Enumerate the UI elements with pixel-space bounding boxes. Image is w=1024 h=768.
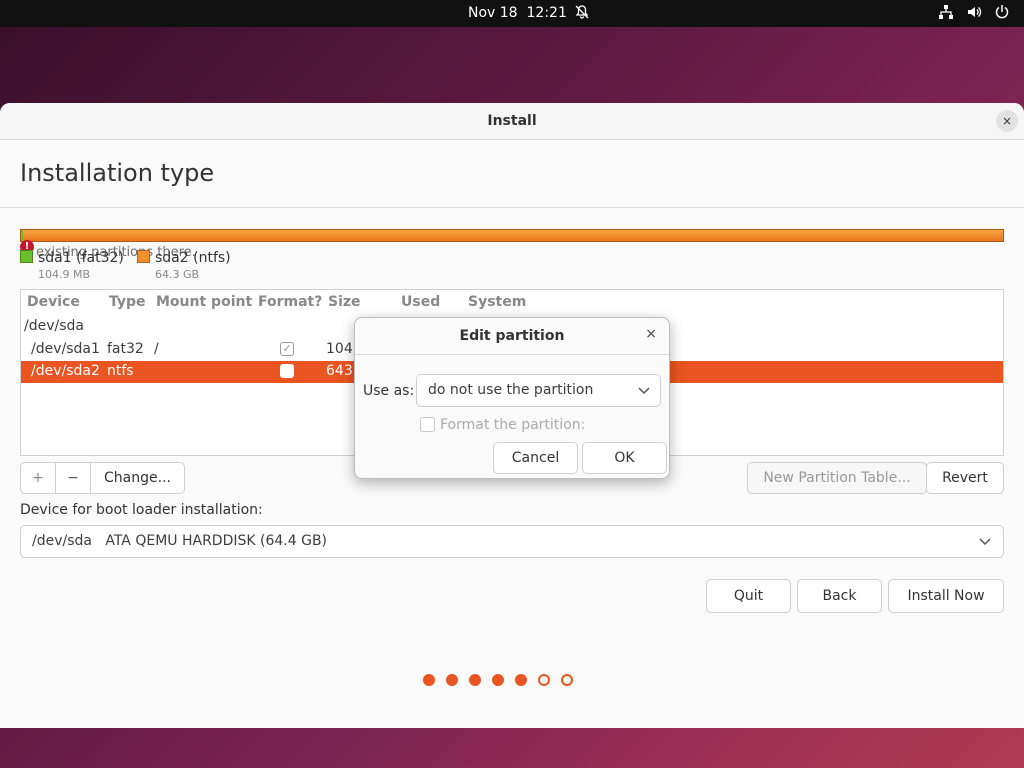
notifications-muted-icon[interactable] <box>574 4 590 24</box>
progress-indicator <box>423 674 573 686</box>
format-partition-label: Format the partition: <box>440 417 586 433</box>
progress-dot <box>515 674 527 686</box>
legend-size-sda1: 104.9 MB <box>38 268 91 281</box>
window-close-button[interactable]: × <box>996 110 1018 132</box>
dialog-titlebar: Edit partition × <box>355 318 669 355</box>
bootloader-device-select[interactable]: /dev/sda ATA QEMU HARDDISK (64.4 GB) <box>20 525 1004 558</box>
progress-dot <box>561 674 573 686</box>
window-title: Install <box>487 113 537 129</box>
back-button[interactable]: Back <box>797 579 882 613</box>
format-checkbox-sda2[interactable] <box>280 364 294 378</box>
use-as-select[interactable]: do not use the partition <box>416 374 661 407</box>
clock[interactable]: Nov 18 12:21 <box>468 5 567 21</box>
header-divider <box>0 207 1024 208</box>
dialog-title: Edit partition <box>459 328 565 344</box>
partition-bar <box>20 229 1004 242</box>
legend-item-sda1: sda1 (fat32) 104.9 MB <box>20 250 124 281</box>
dialog-ok-button[interactable]: OK <box>582 442 667 474</box>
volume-icon[interactable] <box>966 4 982 24</box>
power-icon[interactable] <box>994 4 1010 24</box>
column-header-mount-point[interactable]: Mount point <box>156 294 252 310</box>
page-title: Installation type <box>20 159 215 187</box>
remove-partition-button[interactable]: − <box>55 462 91 494</box>
progress-dot <box>423 674 435 686</box>
progress-dot <box>492 674 504 686</box>
legend-swatch-sda1 <box>20 250 33 263</box>
legend-swatch-sda2 <box>137 250 150 263</box>
column-header-type[interactable]: Type <box>109 294 146 310</box>
revert-button[interactable]: Revert <box>926 462 1004 494</box>
partition-bar-sda1 <box>21 230 23 241</box>
column-header-system[interactable]: System <box>468 294 526 310</box>
column-header-device[interactable]: Device <box>27 294 80 310</box>
edit-partition-dialog: Edit partition × Use as: do not use the … <box>354 317 670 479</box>
change-partition-button[interactable]: Change... <box>90 462 185 494</box>
progress-dot <box>446 674 458 686</box>
progress-dot <box>469 674 481 686</box>
dialog-cancel-button[interactable]: Cancel <box>493 442 578 474</box>
top-bar: Nov 18 12:21 <box>0 0 1024 27</box>
network-icon[interactable] <box>938 4 954 24</box>
dialog-close-button[interactable]: × <box>645 326 657 342</box>
add-partition-button[interactable]: + <box>20 462 56 494</box>
format-checkbox-sda1[interactable]: ✓ <box>280 342 294 356</box>
format-partition-checkbox[interactable] <box>420 417 435 432</box>
bootloader-label: Device for boot loader installation: <box>20 502 263 518</box>
chevron-down-icon <box>638 381 650 403</box>
legend-item-sda2: sda2 (ntfs) 64.3 GB <box>137 250 231 281</box>
column-header-format[interactable]: Format? <box>258 294 322 310</box>
progress-dot <box>538 674 550 686</box>
use-as-label: Use as: <box>363 383 415 399</box>
install-now-button[interactable]: Install Now <box>888 579 1004 613</box>
quit-button[interactable]: Quit <box>706 579 791 613</box>
new-partition-table-button[interactable]: New Partition Table... <box>747 462 927 494</box>
column-header-used[interactable]: Used <box>401 294 440 310</box>
legend-size-sda2: 64.3 GB <box>155 268 200 281</box>
window-titlebar: Install × <box>0 103 1024 140</box>
chevron-down-icon <box>979 532 991 554</box>
column-header-size[interactable]: Size <box>328 294 361 310</box>
